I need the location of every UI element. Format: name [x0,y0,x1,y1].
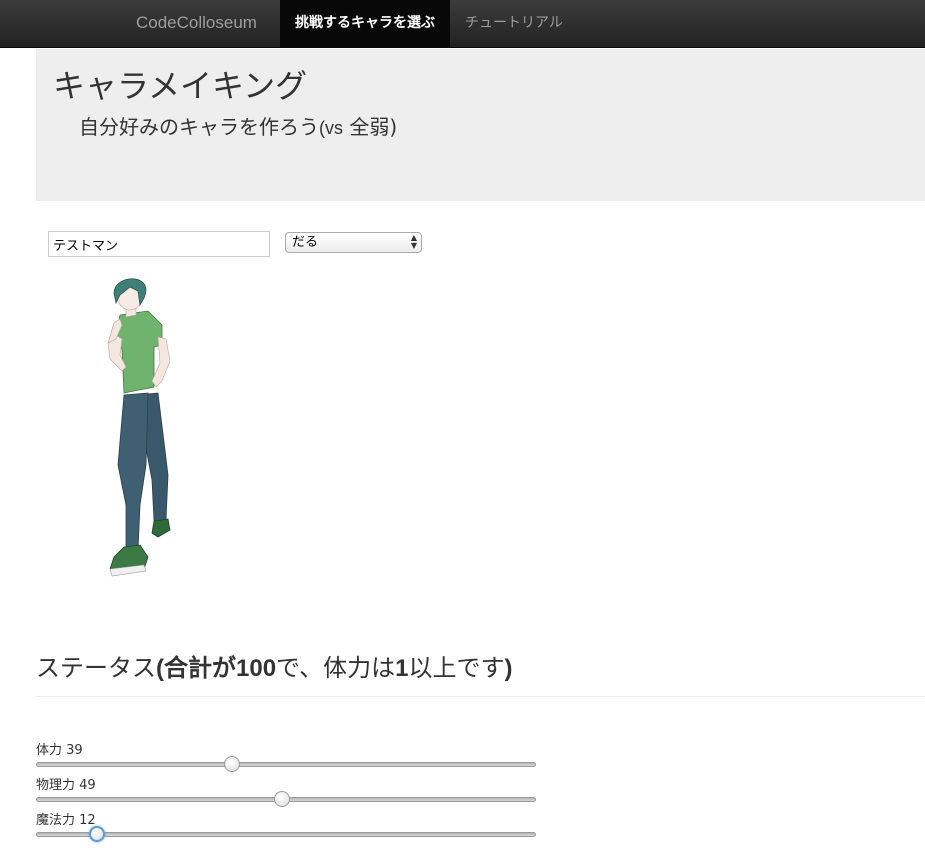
page-title: キャラメイキング [53,67,308,105]
slider-physical[interactable] [36,791,536,807]
slider-hp-thumb[interactable] [224,756,240,772]
nav-item-choose-character[interactable]: 挑戦するキャラを選ぶ [280,0,450,48]
slider-physical-thumb[interactable] [274,791,290,807]
status-heading: ステータス(合計が100で、体力は1以上です) [36,648,512,683]
status-heading-part-7: ) [504,655,513,682]
brand-link[interactable]: CodeColloseum [136,0,257,48]
select-arrows-icon: ▲ ▼ [410,233,417,250]
status-heading-part-2: (合計が [156,655,236,682]
status-heading-part-6: 以上です [408,654,505,682]
nav-item-tutorial[interactable]: チュートリアル [450,0,578,48]
character-type-select[interactable]: だる ▲ ▼ [285,232,422,253]
slider-magic-thumb[interactable] [89,826,105,842]
subtitle-vs: (vs [319,118,343,138]
top-navbar: CodeColloseum 挑戦するキャラを選ぶ チュートリアル [0,0,925,48]
subtitle-end: 全弱) [343,115,398,139]
slider-magic[interactable] [36,826,536,842]
character-name-input[interactable] [48,231,270,257]
stat-label-physical: 物理力 49 [36,778,96,793]
header-jumbotron: キャラメイキング 自分好みのキャラを作ろう(vs 全弱) [36,49,925,201]
status-heading-part-1: ステータス [36,654,156,682]
status-heading-part-4: で、体力は [276,654,396,682]
slider-hp[interactable] [36,756,536,772]
character-image [107,278,171,577]
stat-label-magic: 魔法力 12 [36,813,96,828]
status-heading-part-5: 1 [395,655,409,682]
status-heading-part-3: 100 [236,655,277,682]
type-select-value: だる [292,235,319,250]
section-divider [36,696,925,697]
stat-label-hp: 体力 39 [36,743,83,758]
page-subtitle: 自分好みのキャラを作ろう(vs 全弱) [79,111,397,140]
subtitle-main: 自分好みのキャラを作ろう [79,115,319,139]
